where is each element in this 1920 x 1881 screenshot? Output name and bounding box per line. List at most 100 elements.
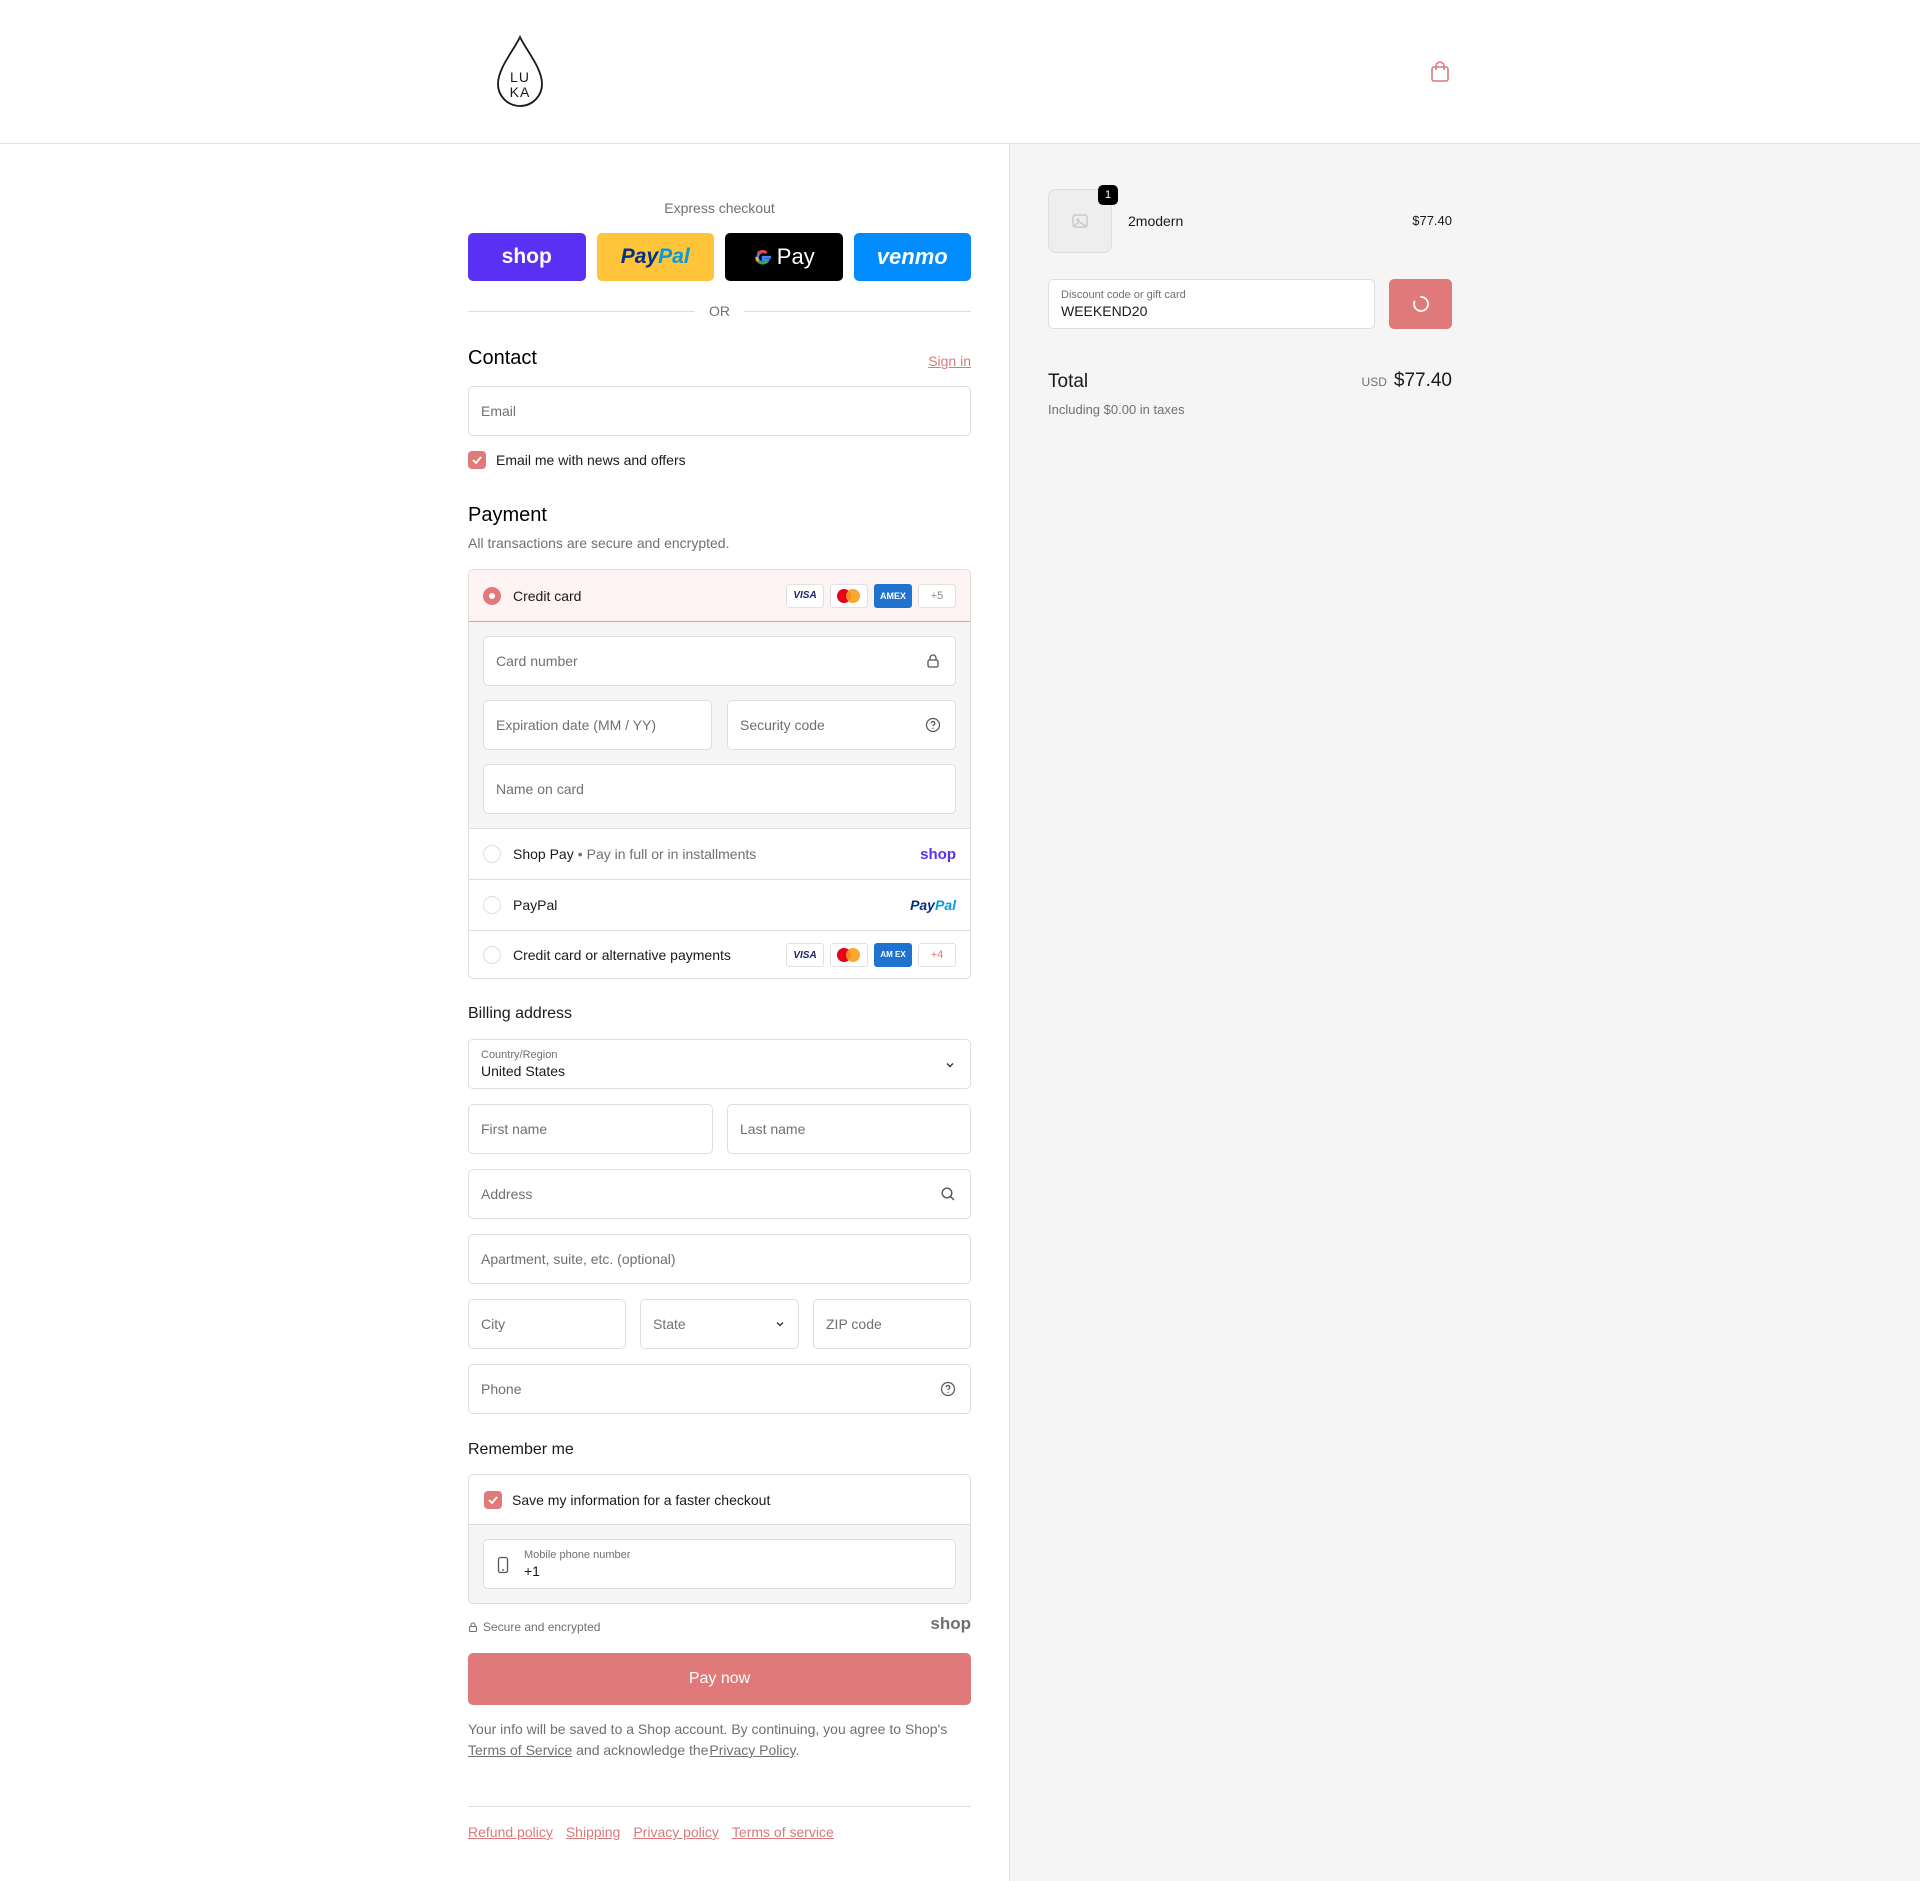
checkmark-icon [488,1495,498,1504]
venmo-button[interactable]: venmo [853,233,971,281]
terms-of-service-link[interactable]: Terms of Service [468,1742,572,1758]
sign-in-link[interactable]: Sign in [911,353,971,369]
help-circle-icon[interactable] [925,716,943,734]
secure-encrypted-note: Secure and encrypted [468,1620,600,1634]
mobile-phone-value: +1 [524,1563,540,1579]
chevron-down-icon [944,1058,956,1074]
shop-logo: shop [930,1614,971,1633]
help-circle-icon[interactable] [940,1380,958,1398]
footer-links: Refund policy Shipping Privacy policy Te… [468,1824,834,1840]
paypal-logo-a: Pay [910,897,935,913]
email-input[interactable]: Email [468,386,971,436]
paypal-button[interactable]: Pay Pal [596,233,714,281]
terms-of-service-footer-link[interactable]: Terms of service [732,1824,834,1840]
footer-divider [468,1806,971,1807]
credit-card-radio[interactable] [483,586,501,605]
legal-text: Your info will be saved to a Shop accoun… [468,1719,971,1761]
mobile-phone-input[interactable]: Mobile phone number +1 [483,1539,956,1589]
card-brands: VISA AMEX +5 [786,583,956,608]
state-placeholder: State [653,1316,686,1332]
billing-address-title: Billing address [468,1005,573,1022]
payment-option-shop-pay[interactable]: Shop Pay • Pay in full or in installment… [469,829,970,879]
paypal-option-label: PayPal [513,897,558,913]
pay-now-button[interactable]: Pay now [468,1653,971,1705]
payment-option-alternative[interactable]: Credit card or alternative payments VISA… [469,931,970,978]
product-name: 2modern [1128,213,1184,229]
paypal-label-a: Pay [620,245,659,268]
google-pay-button[interactable]: Pay [725,233,843,281]
email-placeholder: Email [481,403,517,419]
card-number-input[interactable]: Card number [483,636,956,686]
shop-pay-radio[interactable] [483,845,501,863]
google-pay-label: Pay [776,244,815,269]
discount-code-label: Discount code or gift card [1061,289,1186,301]
country-select[interactable]: Country/Region United States [468,1039,971,1089]
express-checkout-buttons: shop Pay Pal Pay venmo [468,233,971,281]
discount-code-value: WEEKEND20 [1061,303,1148,319]
card-number-placeholder: Card number [496,653,578,669]
payment-option-paypal[interactable]: PayPal Pay Pal [469,880,970,930]
zip-code-input[interactable]: ZIP code [813,1299,971,1349]
luka-logo[interactable]: LU KA [494,34,546,108]
legal-text-b: and acknowledge the [576,1742,709,1758]
or-label: OR [709,303,730,319]
mobile-phone-icon [497,1556,509,1577]
name-on-card-placeholder: Name on card [496,781,584,797]
legal-text-c: . [795,1742,800,1758]
lock-icon [468,1622,478,1632]
name-on-card-input[interactable]: Name on card [483,764,956,814]
svg-text:LU: LU [510,69,530,85]
chevron-down-icon [774,1315,786,1333]
save-info-checkbox[interactable] [484,1490,502,1509]
visa-icon: VISA [786,583,824,608]
alt-card-brands: VISA AM EX +4 [786,943,956,967]
total-amount: USD $77.40 [1330,370,1452,392]
quantity-badge: 1 [1098,185,1118,205]
shop-pay-logo: shop [920,845,956,863]
phone-placeholder: Phone [481,1381,522,1397]
mobile-phone-label: Mobile phone number [524,1549,631,1561]
paypal-logo: Pay Pal [910,897,956,913]
apply-discount-button[interactable] [1389,279,1452,329]
discount-code-input[interactable]: Discount code or gift card WEEKEND20 [1048,279,1375,329]
expiration-placeholder: Expiration date (MM / YY) [496,717,657,733]
legal-text-a: Your info will be saved to a Shop accoun… [468,1721,948,1737]
alternative-payment-radio[interactable] [483,946,501,964]
country-label: Country/Region [481,1049,558,1061]
payment-option-credit-card[interactable]: Credit card VISA AMEX +5 [469,570,970,621]
first-name-placeholder: First name [481,1121,548,1137]
expiration-date-input[interactable]: Expiration date (MM / YY) [483,700,712,750]
shop-pay-button[interactable]: shop [468,233,586,281]
news-offers-checkbox-row[interactable]: Email me with news and offers [468,451,686,469]
save-info-checkbox-row[interactable]: Save my information for a faster checkou… [469,1475,970,1525]
express-checkout-title: Express checkout [664,200,775,216]
amex-icon: AM EX [874,943,912,967]
shipping-link[interactable]: Shipping [566,1824,621,1840]
google-g-icon [755,249,771,265]
first-name-input[interactable]: First name [468,1104,713,1154]
address-input[interactable]: Address [468,1169,971,1219]
phone-input[interactable]: Phone [468,1364,971,1414]
shopping-bag-icon[interactable] [1430,61,1450,83]
more-brands-badge: +5 [918,583,956,608]
privacy-policy-link[interactable]: Privacy Policy [709,1742,795,1758]
alternative-payment-label: Credit card or alternative payments [513,947,731,963]
apartment-input[interactable]: Apartment, suite, etc. (optional) [468,1234,971,1284]
paypal-radio[interactable] [483,896,501,914]
city-input[interactable]: City [468,1299,626,1349]
image-placeholder-icon [1072,214,1088,228]
shop-pay-sub: Pay in full or in installments [586,846,757,862]
payment-title: Payment [468,504,547,526]
product-price: $77.40 [1412,213,1452,228]
security-code-input[interactable]: Security code [727,700,956,750]
state-select[interactable]: State [640,1299,799,1349]
venmo-label: venmo [876,244,948,269]
refund-policy-link[interactable]: Refund policy [468,1824,553,1840]
total-label: Total [1048,371,1089,392]
checkmark-icon [472,456,482,465]
news-offers-checkbox[interactable] [468,451,486,469]
last-name-input[interactable]: Last name [727,1104,971,1154]
currency-code: USD [1361,375,1387,389]
privacy-policy-footer-link[interactable]: Privacy policy [633,1824,719,1840]
payment-methods: Credit card VISA AMEX +5 Card number Exp… [468,569,971,979]
